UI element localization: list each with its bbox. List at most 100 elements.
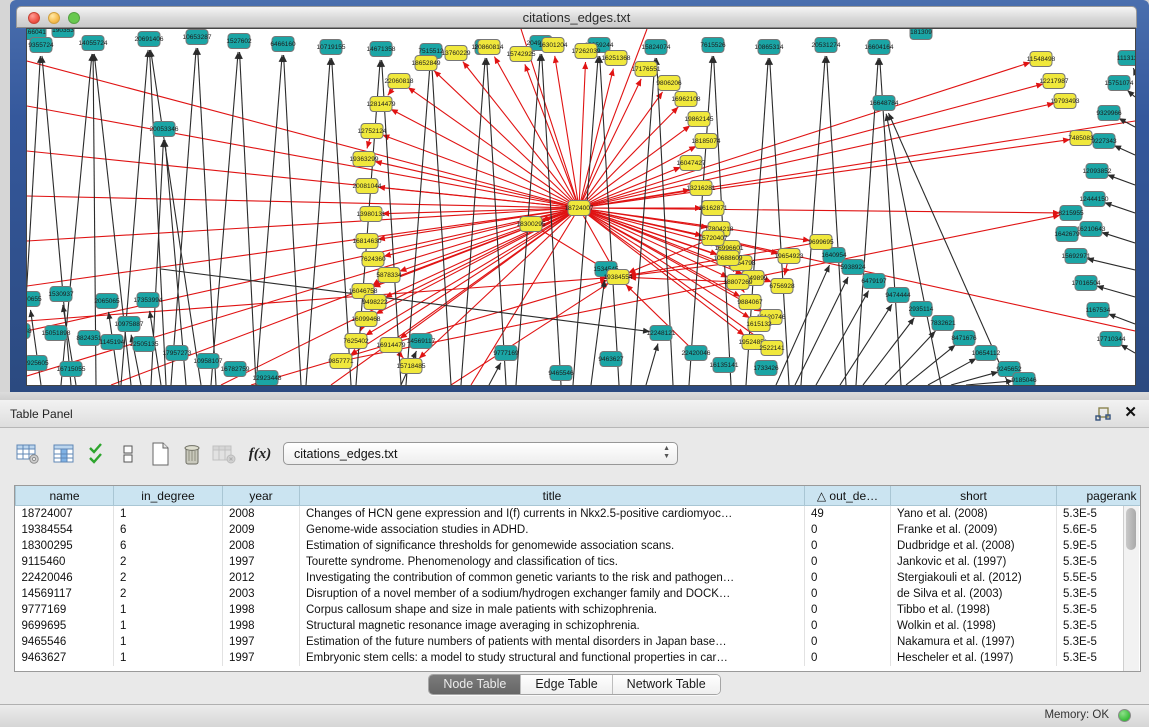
table-cell[interactable]: 49 — [805, 506, 891, 523]
graph-edge[interactable] — [770, 58, 789, 385]
graph-node[interactable]: 14569117 — [407, 334, 436, 349]
table-cell[interactable]: 6 — [114, 538, 223, 554]
table-row[interactable]: 1938455462009Genome-wide association stu… — [16, 522, 1142, 538]
graph-node[interactable]: 10653287 — [183, 30, 212, 45]
graph-node[interactable]: 12248121 — [647, 326, 676, 341]
graph-node[interactable]: 18185074 — [692, 134, 721, 149]
graph-node[interactable]: 2522141 — [759, 341, 785, 356]
table-cell[interactable]: 1 — [114, 506, 223, 523]
column-header-pagerank[interactable]: pagerank — [1057, 486, 1142, 506]
float-panel-icon[interactable] — [1095, 406, 1111, 422]
table-scrollbar-thumb[interactable] — [1126, 508, 1136, 550]
graph-node[interactable]: 12444150 — [1080, 192, 1109, 207]
table-row[interactable]: 969969511998Structural magnetic resonanc… — [16, 618, 1142, 634]
column-header-in_degree[interactable]: in_degree — [114, 486, 223, 506]
graph-node[interactable]: 15720407 — [699, 231, 728, 246]
graph-node[interactable]: 20860814 — [475, 40, 504, 55]
graph-node[interactable]: 10865314 — [755, 40, 784, 55]
table-cell[interactable]: 1997 — [223, 634, 300, 650]
graph-node[interactable]: 181309 — [910, 29, 932, 40]
table-cell[interactable]: Estimation of the future numbers of pati… — [300, 634, 805, 650]
table-cell[interactable]: 0 — [805, 650, 891, 666]
table-cell[interactable]: 1 — [114, 634, 223, 650]
graph-node[interactable]: 1167534 — [1086, 303, 1111, 318]
table-settings-icon[interactable] — [14, 440, 42, 468]
table-cell[interactable]: 2012 — [223, 570, 300, 586]
graph-node[interactable]: 7625402 — [343, 334, 369, 349]
table-cell[interactable]: 1997 — [223, 650, 300, 666]
graph-node[interactable]: 20081044 — [353, 179, 382, 194]
table-cell[interactable]: 6 — [114, 522, 223, 538]
graph-node[interactable]: 190353 — [52, 29, 74, 38]
table-cell[interactable]: 22420046 — [16, 570, 114, 586]
tab-network-table[interactable]: Network Table — [613, 675, 720, 694]
column-header-name[interactable]: name — [16, 486, 114, 506]
table-cell[interactable]: 0 — [805, 522, 891, 538]
table-row[interactable]: 1872400712008Changes of HCN gene express… — [16, 506, 1142, 523]
graph-node[interactable]: 16162871 — [699, 201, 728, 216]
graph-node[interactable]: 12093852 — [1083, 164, 1112, 179]
graph-node[interactable]: 13980131 — [357, 207, 386, 222]
graph-node[interactable]: 16301204 — [539, 38, 568, 53]
graph-node[interactable]: 7615526 — [700, 38, 726, 53]
graph-node[interactable]: 12752124 — [358, 124, 387, 139]
network-window-titlebar[interactable]: citations_edges.txt — [16, 6, 1137, 28]
graph-node[interactable]: 15051898 — [42, 326, 71, 341]
table-cell[interactable]: 9699695 — [16, 618, 114, 634]
graph-edge[interactable] — [525, 64, 579, 208]
graph-edge[interactable] — [378, 187, 579, 208]
graph-node[interactable]: 17016504 — [1072, 276, 1101, 291]
tab-node-table[interactable]: Node Table — [429, 675, 521, 694]
table-cell[interactable]: 18724007 — [16, 506, 114, 523]
graph-node[interactable]: 7624360 — [360, 252, 386, 267]
graph-edge[interactable] — [629, 256, 789, 276]
table-cell[interactable]: 1 — [114, 650, 223, 666]
graph-edge[interactable] — [863, 318, 914, 385]
graph-node[interactable]: 2520655 — [27, 292, 42, 307]
graph-node[interactable]: 9777169 — [493, 346, 519, 361]
graph-node[interactable]: 10688609 — [714, 251, 743, 266]
graph-node[interactable]: 8471676 — [951, 331, 977, 346]
graph-node[interactable]: 15692971 — [1062, 249, 1091, 264]
graph-node[interactable]: 1615132 — [746, 317, 772, 332]
table-cell[interactable]: 9777169 — [16, 602, 114, 618]
table-cell[interactable]: 0 — [805, 570, 891, 586]
graph-edge[interactable] — [211, 52, 238, 385]
graph-node[interactable]: 19384554 — [604, 270, 633, 285]
graph-node[interactable]: 12505135 — [130, 337, 159, 352]
graph-edge[interactable] — [928, 358, 976, 385]
graph-edge[interactable] — [198, 48, 216, 385]
table-cell[interactable]: Dudbridge et al. (2008) — [891, 538, 1057, 554]
table-cell[interactable]: 2 — [114, 586, 223, 602]
graph-node[interactable]: 12814479 — [367, 97, 396, 112]
graph-node[interactable]: 1642679 — [1054, 227, 1080, 242]
graph-edge[interactable] — [121, 50, 148, 385]
graph-node[interactable]: 9355724 — [28, 38, 54, 53]
graph-node[interactable]: 18652849 — [412, 56, 441, 71]
table-row[interactable]: 946554611997Estimation of the future num… — [16, 634, 1142, 650]
graph-edge[interactable] — [27, 61, 579, 208]
table-row[interactable]: 1456911722003Disruption of a novel membe… — [16, 586, 1142, 602]
graph-node[interactable]: 14671358 — [367, 42, 396, 57]
graph-node[interactable]: 9185046 — [1011, 373, 1037, 386]
graph-node[interactable]: 16914479 — [377, 338, 406, 353]
graph-node[interactable]: 20531274 — [812, 38, 841, 53]
graph-edge[interactable] — [888, 113, 1009, 385]
table-cell[interactable]: 2 — [114, 554, 223, 570]
table-cell[interactable]: Embryonic stem cells: a model to study s… — [300, 650, 805, 666]
graph-edge[interactable] — [579, 208, 1060, 213]
graph-edge[interactable] — [629, 277, 738, 282]
show-columns-icon[interactable] — [50, 440, 78, 468]
table-cell[interactable]: Hescheler et al. (1997) — [891, 650, 1057, 666]
delete-rows-icon[interactable] — [178, 440, 206, 468]
table-cell[interactable]: 2008 — [223, 506, 300, 523]
delete-table-icon[interactable] — [210, 440, 238, 468]
graph-node[interactable]: 7485083 — [1068, 131, 1094, 146]
table-row[interactable]: 977716911998Corpus callosum shape and si… — [16, 602, 1142, 618]
graph-node[interactable]: 9463627 — [598, 352, 624, 367]
graph-node[interactable]: 12217987 — [1040, 74, 1069, 89]
select-columns-icon[interactable] — [84, 440, 112, 468]
table-cell[interactable]: 0 — [805, 538, 891, 554]
graph-edge[interactable] — [801, 56, 825, 385]
graph-node[interactable]: 2065065 — [94, 294, 120, 309]
